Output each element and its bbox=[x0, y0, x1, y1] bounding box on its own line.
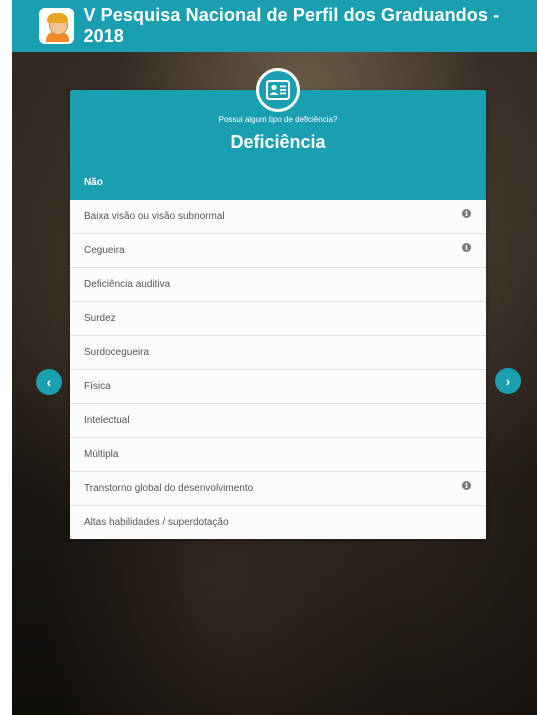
option-fisica[interactable]: Física bbox=[70, 370, 486, 404]
option-multipla[interactable]: Múltipla bbox=[70, 438, 486, 472]
app-header: V Pesquisa Nacional de Perfil dos Gradua… bbox=[12, 0, 537, 52]
option-label: Deficiência auditiva bbox=[84, 279, 171, 290]
chevron-left-icon: ‹ bbox=[46, 374, 52, 390]
student-avatar-icon bbox=[39, 8, 75, 44]
option-nao[interactable]: Não bbox=[70, 165, 486, 200]
question-header: Possui algum tipo de deficiência? Defici… bbox=[70, 68, 486, 165]
app-title: V Pesquisa Nacional de Perfil dos Gradua… bbox=[83, 5, 500, 46]
option-deficiencia-auditiva[interactable]: Deficiência auditiva bbox=[70, 268, 486, 302]
app-frame: V Pesquisa Nacional de Perfil dos Gradua… bbox=[12, 0, 537, 715]
option-surdez[interactable]: Surdez bbox=[70, 302, 486, 336]
option-label: Física bbox=[84, 381, 111, 392]
next-question-button[interactable]: › bbox=[495, 368, 521, 394]
option-label: Baixa visão ou visão subnormal bbox=[84, 211, 225, 222]
option-label: Não bbox=[84, 176, 103, 188]
info-icon[interactable]: i bbox=[462, 209, 471, 218]
question-title: Deficiência bbox=[230, 132, 326, 152]
option-cegueira[interactable]: Cegueira i bbox=[70, 234, 486, 268]
question-text: Possui algum tipo de deficiência? bbox=[218, 115, 338, 124]
option-label: Surdocegueira bbox=[84, 347, 150, 358]
option-baixa-visao[interactable]: Baixa visão ou visão subnormal i bbox=[70, 200, 486, 234]
option-transtorno-global[interactable]: Transtorno global do desenvolvimento i bbox=[70, 472, 486, 506]
info-icon[interactable]: i bbox=[462, 481, 471, 490]
option-label: Transtorno global do desenvolvimento bbox=[84, 483, 254, 494]
option-label: Cegueira bbox=[84, 245, 125, 256]
option-label: Intelectual bbox=[84, 415, 130, 426]
option-label: Surdez bbox=[84, 313, 116, 324]
option-intelectual[interactable]: Intelectual bbox=[70, 404, 486, 438]
previous-question-button[interactable]: ‹ bbox=[36, 369, 62, 395]
option-surdocegueira[interactable]: Surdocegueira bbox=[70, 336, 486, 370]
chevron-right-icon: › bbox=[505, 373, 511, 389]
question-card: Possui algum tipo de deficiência? Defici… bbox=[70, 68, 486, 539]
option-label: Múltipla bbox=[84, 449, 119, 460]
id-card-icon bbox=[256, 68, 300, 112]
info-icon[interactable]: i bbox=[462, 243, 471, 252]
option-label: Altas habilidades / superdotação bbox=[84, 517, 229, 528]
options-list: Não Baixa visão ou visão subnormal i Ceg… bbox=[70, 165, 486, 539]
option-altas-habilidades[interactable]: Altas habilidades / superdotação bbox=[70, 506, 486, 539]
